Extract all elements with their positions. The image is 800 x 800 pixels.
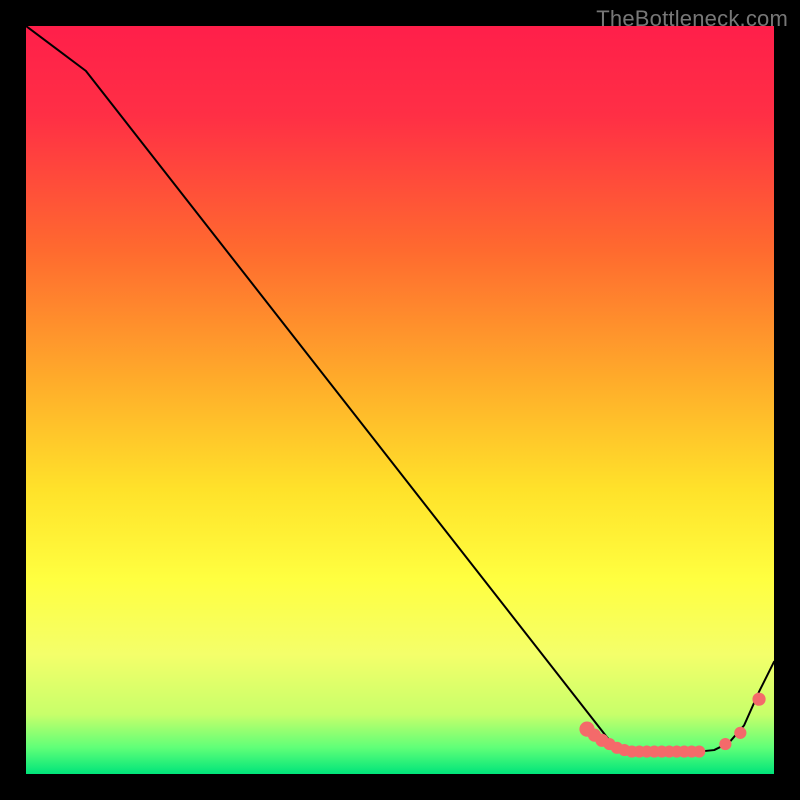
chart-frame: TheBottleneck.com: [0, 0, 800, 800]
highlight-point: [753, 693, 765, 705]
highlight-point: [694, 746, 705, 757]
highlight-point: [720, 739, 731, 750]
attribution-label: TheBottleneck.com: [596, 6, 788, 32]
plot-area: [26, 26, 774, 774]
chart-svg: [26, 26, 774, 774]
highlight-point: [735, 727, 746, 738]
